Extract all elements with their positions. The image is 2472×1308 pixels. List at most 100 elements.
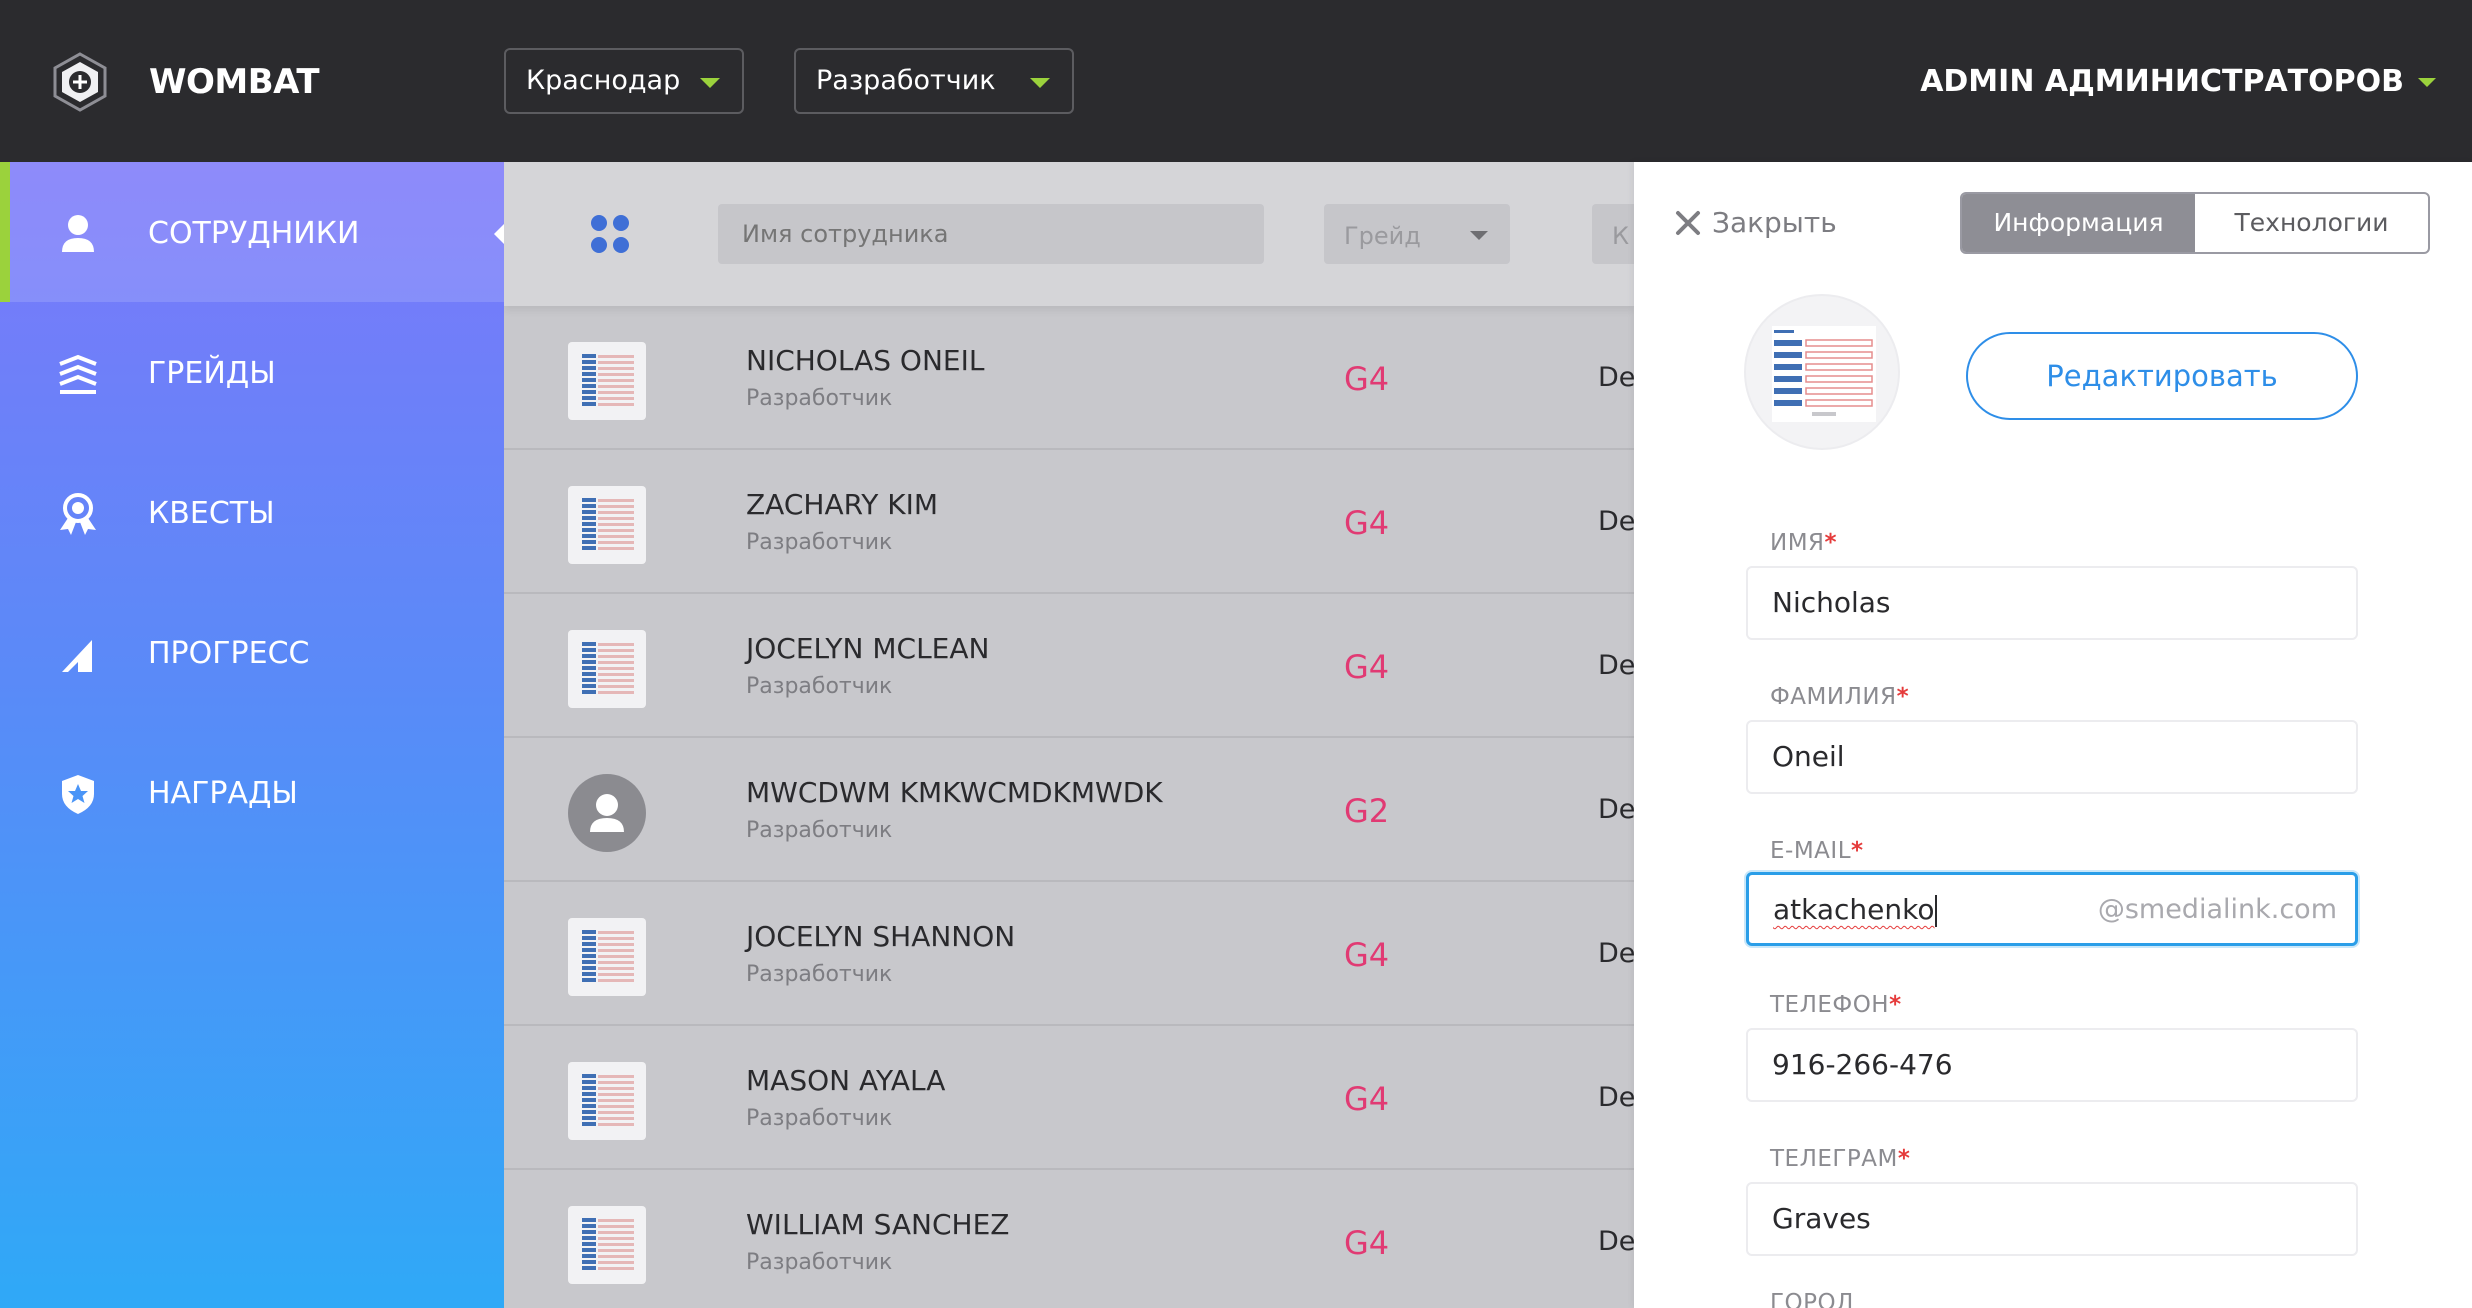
extra-filter-select[interactable]: К bbox=[1592, 204, 1634, 264]
sidebar-item-label: ГРЕЙДЫ bbox=[148, 356, 276, 391]
employee-name: MASON AYALA bbox=[746, 1064, 946, 1097]
sidebar-item-label: СОТРУДНИКИ bbox=[148, 216, 360, 251]
employee-department: De bbox=[1598, 1226, 1634, 1257]
employee-department: De bbox=[1598, 362, 1634, 393]
profile-photo[interactable] bbox=[1744, 294, 1900, 450]
phone-label: ТЕЛЕФОН* bbox=[1770, 992, 1902, 1018]
last-name-value: Oneil bbox=[1772, 740, 1845, 773]
table-row[interactable]: WILLIAM SANCHEZ Разработчик G4 De bbox=[504, 1170, 1634, 1308]
email-label: E-MAIL* bbox=[1770, 838, 1864, 864]
employee-department: De bbox=[1598, 650, 1634, 681]
employee-role: Разработчик bbox=[746, 1106, 893, 1131]
employee-name: NICHOLAS ONEIL bbox=[746, 344, 985, 377]
document-thumbnail-icon bbox=[568, 486, 646, 564]
avatar bbox=[568, 630, 646, 708]
email-field[interactable]: atkachenko @smedialink.com bbox=[1746, 872, 2358, 946]
tab-technologies[interactable]: Технологии bbox=[2195, 194, 2428, 252]
employee-department: De bbox=[1598, 1082, 1634, 1113]
last-name-field[interactable]: Oneil bbox=[1746, 720, 2358, 794]
sidebar-item-progress[interactable]: ПРОГРЕСС bbox=[0, 582, 504, 722]
grade-filter-placeholder: Грейд bbox=[1344, 222, 1421, 250]
text-cursor bbox=[1935, 895, 1938, 927]
last-name-label-text: ФАМИЛИЯ bbox=[1770, 684, 1897, 710]
sidebar-item-label: ПРОГРЕСС bbox=[148, 636, 310, 671]
avatar bbox=[568, 918, 646, 996]
employee-search-input[interactable] bbox=[718, 204, 1264, 264]
employee-department: De bbox=[1598, 938, 1634, 969]
employee-grade: G4 bbox=[1344, 1080, 1390, 1118]
table-row[interactable]: MASON AYALA Разработчик G4 De bbox=[504, 1026, 1634, 1170]
email-domain-suffix: @smedialink.com bbox=[2097, 894, 2337, 925]
avatar bbox=[568, 1062, 646, 1140]
brand-name[interactable]: WOMBAT bbox=[149, 62, 320, 102]
employee-grade: G2 bbox=[1344, 792, 1390, 830]
table-row[interactable]: MWCDWM KMKWCMDKMWDK Разработчик G2 De bbox=[504, 738, 1634, 882]
table-row[interactable]: JOCELYN MCLEAN Разработчик G4 De bbox=[504, 594, 1634, 738]
grid-view-icon[interactable] bbox=[588, 212, 632, 256]
close-label: Закрыть bbox=[1712, 206, 1837, 239]
shield-star-icon bbox=[56, 772, 100, 816]
first-name-label: ИМЯ* bbox=[1770, 530, 1837, 556]
table-row[interactable]: NICHOLAS ONEIL Разработчик G4 De bbox=[504, 306, 1634, 450]
sidebar-item-grades[interactable]: ГРЕЙДЫ bbox=[0, 302, 504, 442]
sidebar-item-label: КВЕСТЫ bbox=[148, 496, 275, 531]
employee-role: Разработчик bbox=[746, 1250, 893, 1275]
employee-grade: G4 bbox=[1344, 648, 1390, 686]
user-icon bbox=[56, 212, 100, 256]
document-thumbnail-icon bbox=[568, 1062, 646, 1140]
employee-grade: G4 bbox=[1344, 936, 1390, 974]
employee-grade: G4 bbox=[1344, 360, 1390, 398]
employee-role: Разработчик bbox=[746, 530, 893, 555]
sidebar-item-rewards[interactable]: НАГРАДЫ bbox=[0, 722, 504, 862]
layers-icon bbox=[56, 352, 100, 396]
sidebar-item-quests[interactable]: КВЕСТЫ bbox=[0, 442, 504, 582]
employee-name: JOCELYN SHANNON bbox=[746, 920, 1016, 953]
tab-information[interactable]: Информация bbox=[1962, 194, 2195, 252]
extra-filter-placeholder: К bbox=[1612, 222, 1630, 250]
telegram-field[interactable]: Graves bbox=[1746, 1182, 2358, 1256]
chevron-down-icon bbox=[1030, 78, 1050, 88]
sidebar-item-label: НАГРАДЫ bbox=[148, 776, 298, 811]
grade-filter-select[interactable]: Грейд bbox=[1324, 204, 1510, 264]
document-thumbnail-icon bbox=[568, 630, 646, 708]
award-icon bbox=[56, 492, 100, 536]
edit-button[interactable]: Редактировать bbox=[1966, 332, 2358, 420]
email-label-text: E-MAIL bbox=[1770, 838, 1852, 864]
employee-role: Разработчик bbox=[746, 386, 893, 411]
employee-name: ZACHARY KIM bbox=[746, 488, 939, 521]
default-avatar-icon bbox=[568, 774, 646, 852]
table-row[interactable]: JOCELYN SHANNON Разработчик G4 De bbox=[504, 882, 1634, 1026]
first-name-value: Nicholas bbox=[1772, 586, 1891, 619]
phone-value: 916-266-476 bbox=[1772, 1048, 1953, 1081]
required-mark: * bbox=[1851, 838, 1864, 864]
top-bar: WOMBAT Краснодар Разработчик ADMIN АДМИН… bbox=[0, 0, 2472, 162]
employee-grade: G4 bbox=[1344, 1224, 1390, 1262]
close-button[interactable]: Закрыть bbox=[1674, 206, 1837, 239]
role-select-value: Разработчик bbox=[816, 65, 996, 96]
required-mark: * bbox=[1824, 530, 1838, 556]
city-select[interactable]: Краснодар bbox=[504, 48, 744, 114]
user-menu[interactable]: ADMIN АДМИНИСТРАТОРОВ bbox=[1920, 64, 2436, 99]
wombat-logo-icon[interactable] bbox=[52, 52, 108, 112]
table-row[interactable]: ZACHARY KIM Разработчик G4 De bbox=[504, 450, 1634, 594]
sidebar-item-employees[interactable]: СОТРУДНИКИ bbox=[0, 162, 504, 302]
filter-bar: Грейд К bbox=[504, 162, 1634, 306]
sidebar: СОТРУДНИКИ ГРЕЙДЫ КВЕСТЫ ПРОГРЕСС НАГРАД… bbox=[0, 162, 504, 1308]
document-thumbnail-icon bbox=[568, 918, 646, 996]
phone-label-text: ТЕЛЕФОН bbox=[1770, 992, 1890, 1018]
employee-name: MWCDWM KMKWCMDKMWDK bbox=[746, 776, 1163, 809]
first-name-field[interactable]: Nicholas bbox=[1746, 566, 2358, 640]
first-name-label-text: ИМЯ bbox=[1770, 530, 1825, 556]
chevron-down-icon bbox=[1470, 231, 1488, 240]
chevron-down-icon bbox=[2418, 78, 2436, 87]
employee-department: De bbox=[1598, 794, 1634, 825]
city-label: ГОРОД bbox=[1770, 1290, 1855, 1308]
role-select[interactable]: Разработчик bbox=[794, 48, 1074, 114]
collapse-arrow-icon[interactable] bbox=[494, 224, 504, 244]
email-value: atkachenko bbox=[1773, 893, 1935, 926]
employee-name: WILLIAM SANCHEZ bbox=[746, 1208, 1010, 1241]
required-mark: * bbox=[1896, 684, 1910, 710]
phone-field[interactable]: 916-266-476 bbox=[1746, 1028, 2358, 1102]
signal-icon bbox=[56, 632, 100, 676]
employee-department: De bbox=[1598, 506, 1634, 537]
